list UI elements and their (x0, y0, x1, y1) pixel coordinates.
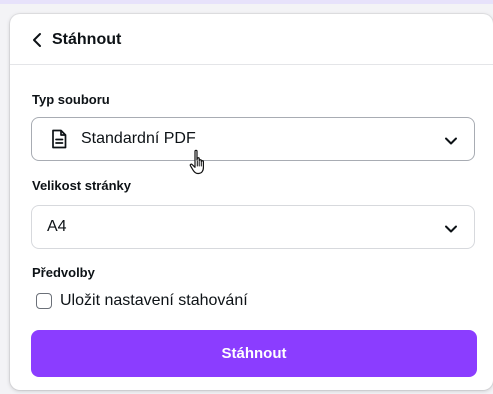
save-settings-checkbox[interactable] (36, 293, 52, 309)
panel-header: Stáhnout (10, 14, 493, 65)
file-type-value: Standardní PDF (81, 130, 196, 147)
page-size-select[interactable]: A4 (31, 205, 475, 249)
chevron-down-icon (444, 133, 458, 151)
file-type-label: Typ souboru (32, 92, 110, 107)
chevron-left-icon (32, 32, 42, 48)
back-button[interactable]: Stáhnout (32, 29, 121, 51)
page-size-label: Velikost stránky (32, 178, 131, 193)
chevron-down-icon (444, 221, 458, 239)
save-settings-option[interactable]: Uložit nastavení stahování (36, 292, 248, 310)
download-panel: Stáhnout Typ souboru Standardní PDF Veli… (10, 14, 493, 390)
save-settings-label: Uložit nastavení stahování (60, 292, 248, 309)
file-text-icon (51, 129, 67, 149)
presets-label: Předvolby (32, 265, 95, 280)
panel-title: Stáhnout (52, 31, 122, 48)
download-button[interactable]: Stáhnout (31, 330, 477, 377)
file-type-select[interactable]: Standardní PDF (31, 117, 475, 161)
top-divider (0, 0, 493, 4)
page-size-value: A4 (47, 218, 67, 235)
